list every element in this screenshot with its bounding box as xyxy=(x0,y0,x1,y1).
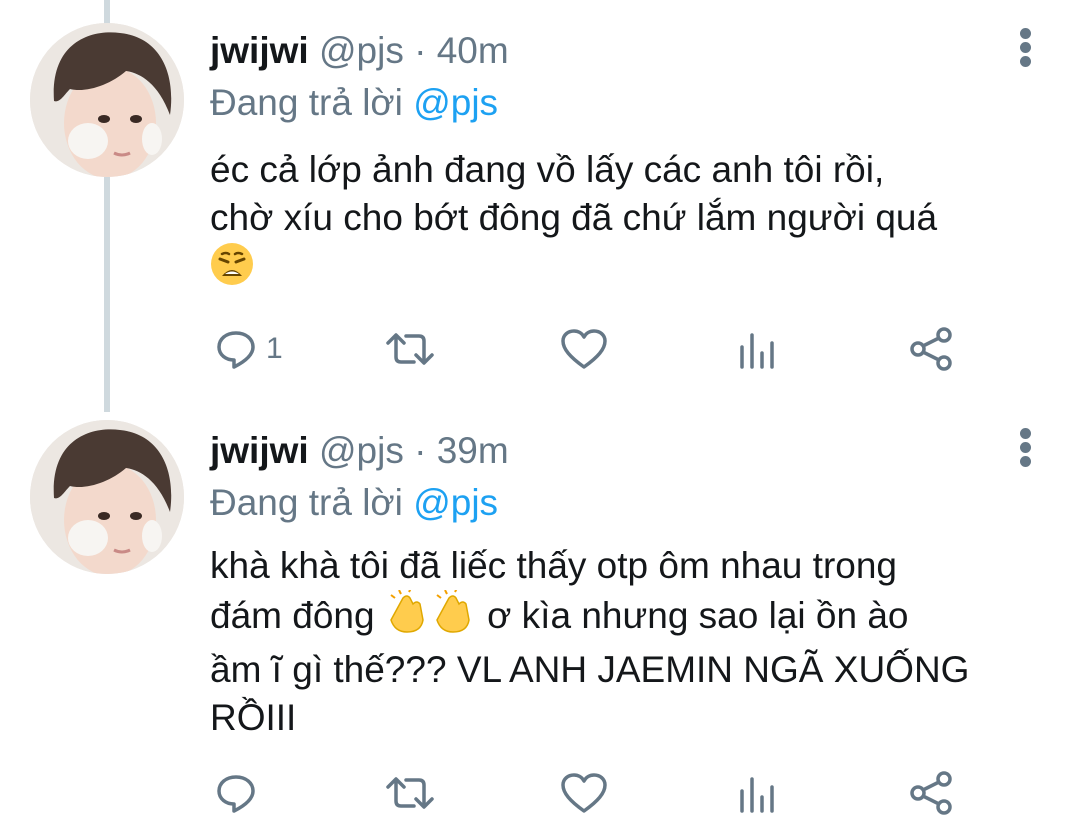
mention-link[interactable]: @pjs xyxy=(413,82,498,123)
tweet-text-line: RỒIII xyxy=(210,697,297,738)
handle[interactable]: @pjs xyxy=(319,30,404,71)
retweet-button[interactable] xyxy=(384,324,436,374)
avatar[interactable] xyxy=(30,23,184,177)
tweet[interactable]: jwijwi @pjs · 40m Đang trả lời @pjs éc c… xyxy=(0,0,1080,412)
reply-icon xyxy=(217,331,255,369)
analytics-button[interactable] xyxy=(736,768,780,818)
mention-link[interactable]: @pjs xyxy=(413,482,498,523)
tweet-text-line: khà khà tôi đã liếc thấy otp ôm nhau tro… xyxy=(210,545,897,586)
tweet-text: éc cả lớp ảnh đang vồ lấy các anh tôi rồ… xyxy=(210,146,1050,298)
retweet-icon xyxy=(386,777,434,809)
more-options-icon[interactable] xyxy=(1018,28,1032,72)
display-name[interactable]: jwijwi xyxy=(210,430,309,471)
share-button[interactable] xyxy=(908,324,956,374)
handle[interactable]: @pjs xyxy=(319,430,404,471)
analytics-icon xyxy=(740,333,774,369)
tweet-header: jwijwi @pjs · 40m xyxy=(210,30,509,72)
replying-prefix: Đang trả lời xyxy=(210,482,403,523)
tweet[interactable]: jwijwi @pjs · 39m Đang trả lời @pjs khà … xyxy=(0,412,1080,838)
tweet-header: jwijwi @pjs · 39m xyxy=(210,430,509,472)
like-icon xyxy=(561,773,607,813)
share-icon xyxy=(910,771,952,815)
share-icon xyxy=(910,327,952,371)
like-button[interactable] xyxy=(560,768,608,818)
analytics-icon xyxy=(740,777,774,813)
reply-button[interactable]: 1 xyxy=(214,324,283,374)
more-options-icon[interactable] xyxy=(1018,428,1032,472)
timestamp[interactable]: 40m xyxy=(437,30,509,71)
reply-button[interactable] xyxy=(214,768,266,818)
replying-to: Đang trả lời @pjs xyxy=(210,482,498,524)
reply-count: 1 xyxy=(266,332,283,365)
retweet-button[interactable] xyxy=(384,768,436,818)
tweet-text-line: éc cả lớp ảnh đang vồ lấy các anh tôi rồ… xyxy=(210,149,885,190)
weary-face-emoji xyxy=(210,242,254,298)
replying-to: Đang trả lời @pjs xyxy=(210,82,498,124)
analytics-button[interactable] xyxy=(736,324,780,374)
tweet-actions xyxy=(214,768,974,818)
tweet-text: khà khà tôi đã liếc thấy otp ôm nhau tro… xyxy=(210,542,1050,742)
avatar[interactable] xyxy=(30,420,184,574)
retweet-icon xyxy=(386,333,434,365)
timestamp[interactable]: 39m xyxy=(437,430,509,471)
display-name[interactable]: jwijwi xyxy=(210,30,309,71)
separator: · xyxy=(414,430,427,471)
replying-prefix: Đang trả lời xyxy=(210,82,403,123)
reply-icon xyxy=(217,775,255,813)
like-button[interactable] xyxy=(560,324,608,374)
tweet-actions: 1 xyxy=(214,324,974,374)
tweet-text-line: chờ xíu cho bớt đông đã chứ lắm người qu… xyxy=(210,197,938,238)
separator: · xyxy=(414,30,427,71)
like-icon xyxy=(561,329,607,369)
clapping-hands-emoji xyxy=(385,587,477,646)
tweet-text-line: đám đông xyxy=(210,595,375,636)
tweet-text-line: ơ kìa nhưng sao lại ồn ào xyxy=(487,595,909,636)
share-button[interactable] xyxy=(908,768,956,818)
tweet-text-line: ầm ĩ gì thế??? VL ANH JAEMIN NGÃ XUỐNG xyxy=(210,649,970,690)
